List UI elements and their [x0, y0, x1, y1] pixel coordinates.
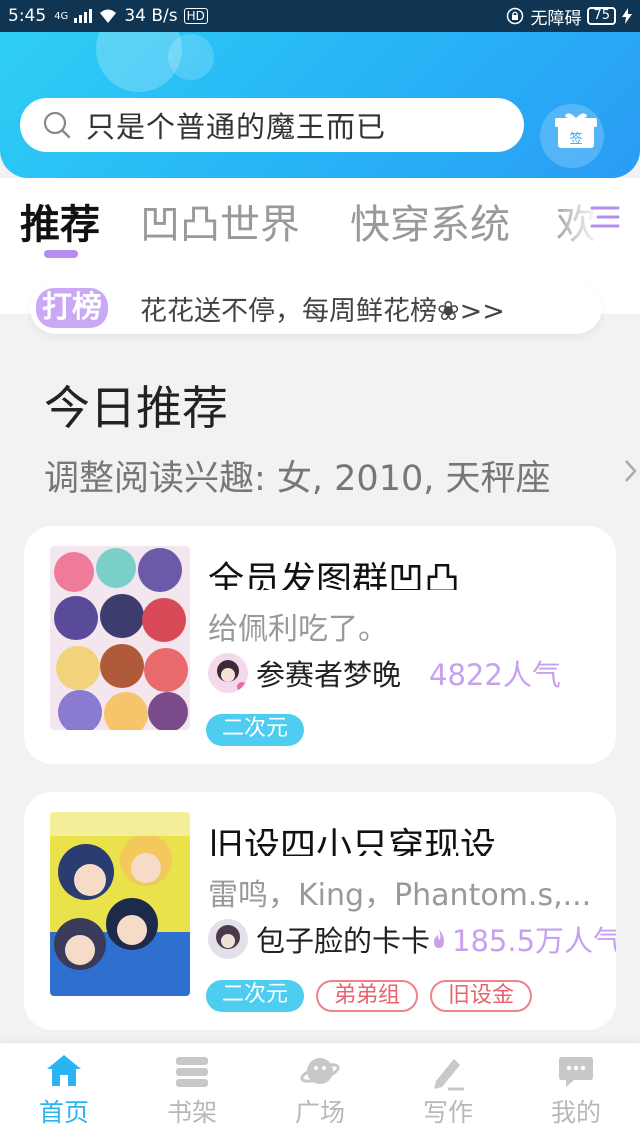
battery-icon: 75	[587, 7, 616, 25]
tag-list: 二次元 弟弟组 旧设金	[206, 980, 533, 1012]
tab-active-indicator	[44, 250, 78, 258]
tab-recommend[interactable]: 推荐	[20, 192, 100, 250]
status-time: 5:45	[8, 6, 47, 26]
tag[interactable]: 二次元	[206, 980, 305, 1012]
nav-bookshelf[interactable]: 书架	[142, 1051, 242, 1135]
tab-aotu-world[interactable]: 凹凸世界	[140, 192, 300, 250]
planet-icon	[300, 1058, 340, 1084]
network-speed: 34 B/s	[124, 6, 178, 26]
tag[interactable]: 二次元	[206, 714, 305, 746]
home-icon	[47, 1055, 81, 1086]
flame-icon	[434, 929, 445, 948]
nav-label: 写作	[422, 1098, 473, 1127]
nav-label: 首页	[38, 1098, 89, 1127]
tab-menu-icon[interactable]	[588, 202, 622, 232]
nav-label: 我的	[550, 1098, 601, 1127]
cover-art	[50, 812, 190, 996]
author-name[interactable]: 包子脸的卡卡	[256, 918, 430, 960]
bottom-navigation: 首页 书架 广场 写作 我的	[0, 1042, 640, 1138]
pen-icon	[434, 1059, 464, 1091]
decor-bubble	[168, 34, 214, 80]
daily-sign-button[interactable]: 签	[552, 112, 600, 150]
nav-home[interactable]: 首页	[14, 1051, 114, 1135]
notice-text: 花花送不停，每周鲜花榜❀>>	[140, 295, 505, 327]
nav-label: 书架	[166, 1098, 217, 1127]
tag[interactable]: 旧设金	[430, 980, 533, 1012]
avatar[interactable]	[208, 919, 248, 959]
tag[interactable]: 弟弟组	[316, 980, 419, 1012]
popularity-count: 4822人气	[429, 658, 561, 692]
bookshelf-icon	[176, 1057, 208, 1087]
book-author-row: 参赛者梦晚 4822人气	[208, 652, 561, 694]
chat-icon	[559, 1057, 593, 1087]
book-card[interactable]: 全员发图群凹凸 给佩利吃了。 参赛者梦晚 4822人气 二次元	[24, 526, 616, 764]
notice-badge: 打榜	[36, 288, 108, 328]
nav-square[interactable]: 广场	[270, 1051, 370, 1135]
nav-write[interactable]: 写作	[398, 1051, 498, 1135]
book-cover[interactable]	[50, 812, 190, 996]
signal-icon	[74, 9, 93, 23]
lock-rotation-icon	[507, 7, 524, 25]
book-title[interactable]: 全员发图群凹凸	[208, 556, 460, 590]
nav-label: 广场	[294, 1098, 345, 1127]
search-icon	[43, 111, 71, 139]
sign-label: 签	[569, 131, 582, 147]
book-description: 雷鸣，King，Phantom.s,...	[208, 878, 592, 913]
book-title[interactable]: 旧设四小只穿现设	[208, 822, 496, 856]
avatar[interactable]	[208, 653, 248, 693]
accessibility-label: 无障碍	[530, 8, 582, 29]
charging-icon	[622, 8, 632, 24]
battery-level: 75	[593, 8, 610, 23]
book-description: 给佩利吃了。	[208, 612, 388, 647]
search-bar[interactable]: 只是个普通的魔王而已	[20, 98, 524, 152]
hd-icon: HD	[183, 8, 208, 24]
book-cover[interactable]	[50, 546, 190, 730]
chevron-right-icon[interactable]	[624, 458, 638, 484]
author-name[interactable]: 参赛者梦晚	[256, 652, 401, 694]
gift-icon: 签	[555, 113, 597, 148]
status-bar: 5:45 4G 34 B/s HD 无障碍 75	[0, 0, 640, 32]
search-placeholder: 只是个普通的魔王而已	[86, 110, 387, 144]
wifi-icon	[100, 9, 117, 23]
nav-mine[interactable]: 我的	[526, 1051, 626, 1135]
category-tabs: 推荐 凹凸世界 快穿系统 欢迎	[0, 178, 640, 258]
popularity-count: 185.5万人气	[452, 924, 616, 958]
section-title: 今日推荐	[44, 381, 228, 435]
book-author-row: 包子脸的卡卡 185.5万人气	[208, 918, 616, 960]
tag-list: 二次元	[206, 714, 305, 746]
book-card[interactable]: 旧设四小只穿现设 雷鸣，King，Phantom.s,... 包子脸的卡卡 18…	[24, 792, 616, 1030]
tab-quick-travel[interactable]: 快穿系统	[350, 192, 510, 250]
network-label: 4G	[54, 10, 69, 22]
reading-interest-link[interactable]: 调整阅读兴趣: 女, 2010, 天秤座	[44, 450, 551, 501]
cover-art	[50, 546, 190, 730]
ranking-notice[interactable]: 打榜 花花送不停，每周鲜花榜❀>>	[30, 282, 602, 334]
